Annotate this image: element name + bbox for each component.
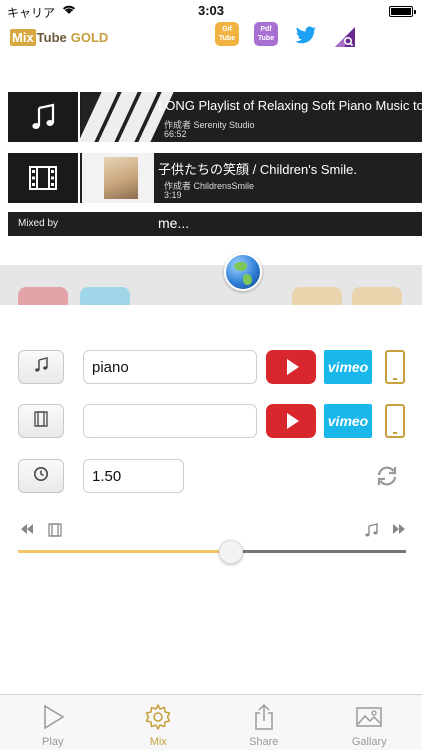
- crossfade-slider-icons: [18, 520, 412, 546]
- piano-thumbnail: [78, 92, 174, 142]
- status-bar: キャリア 3:03: [0, 0, 422, 22]
- gif-tube-icon-line2: Tube: [218, 35, 236, 42]
- child-thumbnail: [82, 153, 154, 203]
- music-source-button[interactable]: [18, 350, 64, 384]
- rewind-icon[interactable]: [20, 523, 34, 538]
- music-track-duration: 66:52: [164, 129, 187, 139]
- tab-share-label: Share: [249, 736, 279, 748]
- play-icon: [39, 703, 67, 731]
- tab-gallery-label: Gallary: [351, 736, 387, 748]
- vimeo-video-button[interactable]: vimeo: [324, 404, 372, 438]
- tab-bar: Play Mix Share Gallary: [0, 694, 422, 750]
- vimeo-ghost-icon: [80, 287, 130, 305]
- interval-input[interactable]: [83, 459, 184, 493]
- fast-forward-icon[interactable]: [392, 523, 406, 538]
- video-track-row[interactable]: 子供たちの笑顔 / Children's Smile. 作成者 Children…: [8, 153, 422, 203]
- refresh-icon[interactable]: [374, 463, 400, 489]
- q-app-icon[interactable]: [333, 22, 357, 47]
- music-track-title: LONG Playlist of Relaxing Soft Piano Mus…: [158, 98, 422, 113]
- tab-mix[interactable]: Mix: [106, 695, 212, 750]
- device-video-button[interactable]: [385, 404, 405, 438]
- vimeo-music-button[interactable]: vimeo: [324, 350, 372, 384]
- film-icon: [8, 153, 80, 203]
- globe-icon[interactable]: [224, 253, 262, 291]
- music-note-icon: [8, 92, 80, 142]
- logo-tube: Tube: [36, 29, 67, 45]
- tab-share[interactable]: Share: [211, 695, 317, 750]
- youtube-play-icon: [286, 359, 299, 375]
- tab-gallery[interactable]: Gallary: [317, 695, 422, 750]
- crossfade-slider-thumb[interactable]: [219, 540, 244, 564]
- film-icon: [34, 410, 48, 432]
- music-note-icon: [33, 356, 49, 378]
- logo-mix: Mix: [10, 28, 36, 46]
- battery-icon: [389, 6, 416, 17]
- twitter-icon[interactable]: [294, 22, 318, 46]
- video-track-duration: 3:19: [164, 190, 182, 200]
- app-logo: Mix Tube GOLD: [10, 28, 108, 46]
- gif-tube-icon-line1: Gif: [222, 26, 232, 33]
- music-note-icon: [364, 523, 379, 540]
- mixed-by-bar: Mixed by me...: [8, 212, 422, 236]
- video-search-input[interactable]: [83, 404, 257, 438]
- tab-play-label: Play: [42, 736, 64, 748]
- crossfade-slider-track[interactable]: [18, 550, 406, 553]
- mixed-by-value: me...: [158, 215, 190, 231]
- clock: 3:03: [197, 3, 225, 18]
- preview-band: [0, 265, 422, 305]
- youtube-ghost-icon: [18, 287, 68, 305]
- music-search-input[interactable]: [83, 350, 257, 384]
- timer-button[interactable]: [18, 459, 64, 493]
- tab-play[interactable]: Play: [0, 695, 106, 750]
- clock-icon: [33, 466, 49, 487]
- music-track-row[interactable]: LONG Playlist of Relaxing Soft Piano Mus…: [8, 92, 422, 142]
- pdf-tube-icon-line2: Tube: [257, 35, 275, 42]
- pdf-tube-icon-line1: Pdf: [260, 26, 272, 33]
- share-icon: [250, 703, 278, 731]
- youtube-play-icon: [286, 413, 299, 429]
- youtube-video-button[interactable]: [266, 404, 316, 438]
- gif-tube-icon[interactable]: Gif Tube: [215, 22, 239, 46]
- video-track-title: 子供たちの笑顔 / Children's Smile.: [158, 162, 357, 177]
- device-music-button[interactable]: [385, 350, 405, 384]
- gear-icon: [144, 703, 172, 731]
- pdf-tube-icon[interactable]: Pdf Tube: [254, 22, 278, 46]
- video-source-button[interactable]: [18, 404, 64, 438]
- child-photo: [104, 157, 138, 199]
- gallery-icon: [355, 703, 383, 731]
- gif-ghost-icon-2: [352, 287, 402, 305]
- mixed-by-label: Mixed by: [18, 218, 59, 229]
- film-icon: [48, 523, 62, 540]
- crossfade-slider-fill: [18, 550, 232, 553]
- gif-ghost-icon: [292, 287, 342, 305]
- youtube-music-button[interactable]: [266, 350, 316, 384]
- tab-mix-label: Mix: [149, 736, 167, 748]
- logo-gold: GOLD: [70, 29, 109, 45]
